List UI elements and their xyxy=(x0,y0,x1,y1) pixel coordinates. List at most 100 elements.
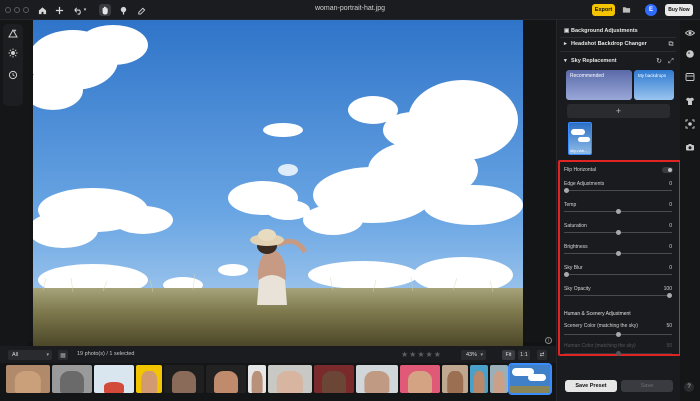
filmstrip-thumb[interactable] xyxy=(400,365,440,393)
adjustment-value: 0 xyxy=(669,244,672,250)
sky-replacement-label: Sky Replacement xyxy=(571,58,617,64)
chevron-down-icon: ▾ xyxy=(480,352,483,358)
background-adjustments-header[interactable]: ▣ Background Adjustments xyxy=(564,28,638,34)
eraser-tool-icon[interactable] xyxy=(135,4,147,16)
compare-icon[interactable]: ⤢ xyxy=(667,58,675,66)
info-icon[interactable]: i xyxy=(545,337,552,344)
filmstrip-thumb[interactable] xyxy=(136,365,162,393)
minimize-window-button[interactable] xyxy=(14,7,20,13)
my-backdrops-card[interactable]: My backdrops xyxy=(634,70,674,100)
adjustment-label: Saturation xyxy=(564,223,587,229)
crop-face-icon[interactable] xyxy=(685,119,695,129)
background-adjustments-label: Background Adjustments xyxy=(571,28,638,34)
adjustment-slider-knob[interactable] xyxy=(564,188,569,193)
filmstrip-thumb[interactable] xyxy=(6,365,50,393)
buy-now-button[interactable]: Buy Now xyxy=(665,4,693,16)
adjustment-value: 0 xyxy=(669,202,672,208)
add-sky-button[interactable]: + xyxy=(567,104,670,118)
headshot-backdrop-label: Headshot Backdrop Changer xyxy=(571,41,647,47)
palette-icon[interactable] xyxy=(685,49,695,59)
filmstrip-thumb[interactable] xyxy=(52,365,92,393)
zoom-select[interactable]: 43% ▾ xyxy=(461,350,486,360)
undo-icon[interactable]: ▾ xyxy=(72,4,88,16)
headshot-backdrop-row[interactable]: ▸ Headshot Backdrop Changer xyxy=(564,41,647,47)
human-color-label: Human Color (matching the sky) xyxy=(564,343,636,349)
home-icon[interactable] xyxy=(36,4,48,16)
divider xyxy=(560,37,676,38)
main-photo[interactable] xyxy=(33,20,523,346)
adjustment-label: Brightness xyxy=(564,244,588,250)
human-color-knob[interactable] xyxy=(616,351,621,356)
filmstrip-thumb[interactable] xyxy=(268,365,312,393)
flip-horizontal-toggle[interactable] xyxy=(662,167,673,173)
image-icon: ▣ xyxy=(564,28,570,34)
user-sky-thumbnail[interactable]: sky-nab... xyxy=(568,122,592,155)
grid-view-icon[interactable]: ▦ xyxy=(58,350,68,360)
sky-replacement-header[interactable]: ▾ Sky Replacement xyxy=(564,58,617,64)
filter-select[interactable]: All ▾ xyxy=(8,350,52,360)
recommended-skies-card[interactable]: Recommended xyxy=(566,70,632,100)
adjustment-slider-knob[interactable] xyxy=(564,272,569,277)
adjustment-slider-knob[interactable] xyxy=(615,230,621,235)
shirt-icon[interactable] xyxy=(685,96,695,106)
filter-select-value: All xyxy=(12,352,19,358)
reset-icon[interactable]: ↻ xyxy=(655,58,663,66)
my-backdrops-label: My backdrops xyxy=(638,73,667,78)
rating-stars[interactable]: ★★★★★ xyxy=(401,350,442,359)
adjustment-slider-knob[interactable] xyxy=(667,293,672,298)
ai-adjust-icon[interactable] xyxy=(7,27,19,39)
filmstrip-thumb[interactable] xyxy=(470,365,488,393)
adjustment-label: Sky Blur xyxy=(564,265,583,271)
hand-tool-icon[interactable] xyxy=(99,4,111,16)
divider xyxy=(560,51,676,52)
adjustment-value: 0 xyxy=(669,223,672,229)
export-button[interactable]: Export xyxy=(592,4,615,16)
adjustment-slider[interactable] xyxy=(564,274,672,275)
filmstrip-thumb[interactable] xyxy=(356,365,398,393)
eye-icon[interactable] xyxy=(684,28,696,38)
maximize-window-button[interactable] xyxy=(23,7,29,13)
adjustment-label: Sky Opacity xyxy=(564,286,591,292)
panel-layout-icon[interactable] xyxy=(685,72,695,82)
close-window-button[interactable] xyxy=(5,7,11,13)
human-scenery-title: Human & Scenery Adjustment xyxy=(564,311,631,317)
filmstrip-thumb[interactable] xyxy=(490,365,508,393)
save-button[interactable]: Save xyxy=(621,380,673,392)
adjustment-value: 100 xyxy=(663,286,672,292)
filmstrip-thumb[interactable] xyxy=(94,365,134,393)
filmstrip-thumb[interactable] xyxy=(442,365,468,393)
filmstrip-thumb[interactable] xyxy=(164,365,204,393)
adjustment-value: 0 xyxy=(669,265,672,271)
filmstrip-thumb-selected[interactable] xyxy=(508,363,552,395)
adjustment-label: Temp xyxy=(564,202,577,208)
flip-horizontal-label: Flip Horizontal xyxy=(564,167,596,173)
external-link-icon[interactable]: ⧉ xyxy=(667,41,675,49)
human-color-value: 50 xyxy=(666,343,672,349)
retouch-tool-icon[interactable] xyxy=(117,4,129,16)
folder-icon[interactable] xyxy=(622,5,631,14)
scenery-color-knob[interactable] xyxy=(616,332,621,337)
chevron-down-icon: ▾ xyxy=(46,352,49,358)
fit-button[interactable]: Fit xyxy=(502,350,515,360)
undo-caret-icon: ▾ xyxy=(83,7,87,13)
adjustment-slider-knob[interactable] xyxy=(615,209,621,214)
user-avatar[interactable]: E xyxy=(645,4,657,16)
help-button[interactable]: ? xyxy=(684,382,694,392)
filmstrip-thumb[interactable] xyxy=(206,365,246,393)
scenery-color-label: Scenery Color (matching the sky) xyxy=(564,323,638,329)
add-icon[interactable] xyxy=(53,4,65,16)
compare-icon[interactable]: ⇄ xyxy=(537,350,547,360)
recommended-label: Recommended xyxy=(570,73,604,79)
history-icon[interactable] xyxy=(7,69,19,81)
camera-icon[interactable] xyxy=(685,142,695,152)
settings-sun-icon[interactable] xyxy=(7,47,19,59)
actual-size-button[interactable]: 1:1 xyxy=(518,350,530,360)
adjustment-slider[interactable] xyxy=(564,190,672,191)
filmstrip-thumb[interactable] xyxy=(314,365,354,393)
adjustment-slider-knob[interactable] xyxy=(615,251,621,256)
adjustment-slider[interactable] xyxy=(564,295,672,296)
photo-count: 19 photo(s) / 1 selected xyxy=(77,351,135,357)
save-preset-button[interactable]: Save Preset xyxy=(565,380,617,392)
filmstrip-thumb[interactable] xyxy=(248,365,266,393)
adjustment-value: 0 xyxy=(669,181,672,187)
